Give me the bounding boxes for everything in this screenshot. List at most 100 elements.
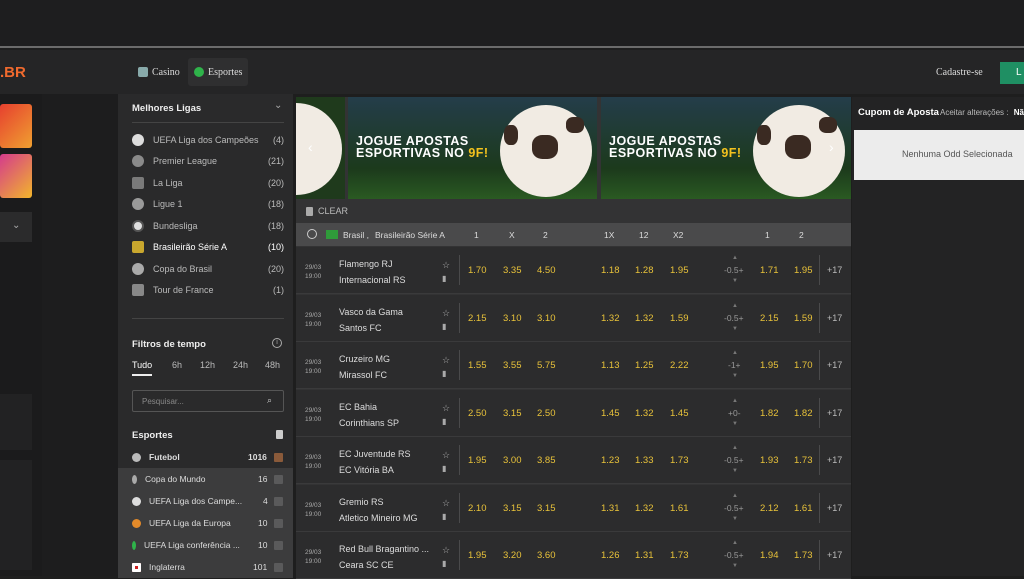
site-logo[interactable]: .BR [0,64,26,81]
handicap-odd-button[interactable]: 1.82 [760,408,779,419]
checkbox[interactable] [274,452,283,462]
odd-button[interactable]: 1.26 [601,550,620,561]
home-team[interactable]: Cruzeiro MG [339,354,390,364]
odd-button[interactable]: 1.33 [635,455,654,466]
odd-button[interactable]: 1.32 [601,313,620,324]
sport-row[interactable]: Inglaterra 101 [118,556,293,578]
odd-button[interactable]: 1.95 [468,550,487,561]
away-team[interactable]: EC Vitória BA [339,465,394,475]
promo-thumbnail[interactable] [0,104,32,148]
odd-button[interactable]: 2.22 [670,360,689,371]
more-markets-button[interactable]: +17 [827,550,842,560]
away-team[interactable]: Corinthians SP [339,418,399,428]
league-item[interactable]: La Liga (20) [132,173,284,193]
handicap-odd-button[interactable]: 1.61 [794,503,813,514]
odd-button[interactable]: 1.31 [601,503,620,514]
away-team[interactable]: Mirassol FC [339,370,387,380]
carousel-prev-icon[interactable]: ‹ [308,139,313,155]
match-row[interactable]: 29/03 19:00 Vasco da Gama Santos FC ☆ ▮ 2.15 3.… [296,294,851,342]
odd-button[interactable]: 1.32 [635,313,654,324]
nav-esportes[interactable]: Esportes [188,58,249,86]
more-markets-button[interactable]: +17 [827,503,842,513]
handicap-up-icon[interactable]: ▲ [732,255,738,261]
checkbox[interactable] [274,562,283,572]
odd-button[interactable]: 1.31 [635,550,654,561]
favorite-star-icon[interactable]: ☆ [442,355,450,366]
odd-button[interactable]: 1.45 [670,408,689,419]
handicap-odd-button[interactable]: 1.71 [760,265,779,276]
time-tab-12h[interactable]: 12h [200,360,215,370]
handicap-odd-button[interactable]: 1.73 [794,550,813,561]
stats-icon[interactable]: ▮ [442,369,446,378]
handicap-down-icon[interactable]: ▼ [732,326,738,332]
accept-value[interactable]: Não [1014,108,1024,117]
odd-button[interactable]: 1.55 [468,360,487,371]
time-tab-all[interactable]: Tudo [132,360,153,376]
stats-icon[interactable]: ▮ [442,464,446,473]
favorite-star-icon[interactable]: ☆ [442,498,450,509]
odd-button[interactable]: 2.50 [468,408,487,419]
odd-button[interactable]: 1.73 [670,455,689,466]
home-team[interactable]: EC Bahia [339,402,377,412]
away-team[interactable]: Santos FC [339,323,382,333]
match-row[interactable]: 29/03 19:00 Red Bull Bragantino ... Ceara S… [296,532,851,579]
more-markets-button[interactable]: +17 [827,455,842,465]
promo-banner[interactable]: JOGUE APOSTAS ESPORTIVAS NO 9F! [348,97,597,199]
handicap-odd-button[interactable]: 1.95 [794,265,813,276]
handicap-odd-button[interactable]: 1.94 [760,550,779,561]
more-markets-button[interactable]: +17 [827,360,842,370]
odd-button[interactable]: 3.00 [503,455,522,466]
handicap-down-icon[interactable]: ▼ [732,421,738,427]
sport-row[interactable]: Copa do Mundo 16 [118,468,293,490]
favorite-star-icon[interactable]: ☆ [442,260,450,271]
odd-button[interactable]: 1.70 [468,265,487,276]
odd-button[interactable]: 3.10 [537,313,556,324]
handicap-odd-button[interactable]: 1.73 [794,455,813,466]
more-markets-button[interactable]: +17 [827,408,842,418]
accept-changes[interactable]: Aceitar alterações : Não [940,108,1024,117]
league-item[interactable]: Premier League (21) [132,151,284,171]
handicap-odd-button[interactable]: 1.93 [760,455,779,466]
odd-button[interactable]: 1.18 [601,265,620,276]
odd-button[interactable]: 2.50 [537,408,556,419]
match-row[interactable]: 29/03 19:00 Gremio RS Atletico Mineiro MG ☆ ▮… [296,484,851,532]
carousel-next-icon[interactable]: › [829,139,834,155]
match-row[interactable]: 29/03 19:00 EC Bahia Corinthians SP ☆ ▮ 2.50 3.… [296,389,851,437]
odd-button[interactable]: 1.25 [635,360,654,371]
handicap-odd-button[interactable]: 1.59 [794,313,813,324]
promo-thumbnail[interactable] [0,154,32,198]
home-team[interactable]: Gremio RS [339,497,384,507]
odd-button[interactable]: 1.59 [670,313,689,324]
match-row[interactable]: 29/03 19:00 Cruzeiro MG Mirassol FC ☆ ▮ 1.55 3.… [296,342,851,389]
collapse-chevron-icon[interactable]: ⌄ [274,100,282,111]
away-team[interactable]: Ceara SC CE [339,560,394,570]
sport-row[interactable]: UEFA Liga da Europa 10 [118,512,293,534]
handicap-down-icon[interactable]: ▼ [732,278,738,284]
checkbox[interactable] [274,496,283,506]
home-team[interactable]: Flamengo RJ [339,259,393,269]
favorite-star-icon[interactable]: ☆ [442,545,450,556]
handicap-odd-button[interactable]: 2.15 [760,313,779,324]
odd-button[interactable]: 1.61 [670,503,689,514]
sport-row[interactable]: UEFA Liga conferência ... 10 [118,534,293,556]
stats-icon[interactable]: ▮ [442,559,446,568]
search-input[interactable]: Pesquisar... ⌕ [132,390,284,412]
login-button[interactable]: L [1000,62,1024,84]
handicap-up-icon[interactable]: ▲ [732,350,738,356]
time-tab-48h[interactable]: 48h [265,360,280,370]
league-item-active[interactable]: Brasileirão Série A (10) [132,237,284,257]
handicap-up-icon[interactable]: ▲ [732,493,738,499]
handicap-down-icon[interactable]: ▼ [732,373,738,379]
league-item[interactable]: Bundesliga (18) [132,216,284,236]
odd-button[interactable]: 1.32 [635,503,654,514]
handicap-down-icon[interactable]: ▼ [732,563,738,569]
odd-button[interactable]: 1.45 [601,408,620,419]
league-item[interactable]: UEFA Liga dos Campeões (4) [132,130,284,150]
odd-button[interactable]: 5.75 [537,360,556,371]
time-tab-6h[interactable]: 6h [172,360,182,370]
odd-button[interactable]: 3.35 [503,265,522,276]
odd-button[interactable]: 1.32 [635,408,654,419]
promo-banner[interactable]: JOGUE APOSTAS ESPORTIVAS NO 9F! › [601,97,851,199]
checkbox[interactable] [274,474,283,484]
odd-button[interactable]: 3.10 [503,313,522,324]
